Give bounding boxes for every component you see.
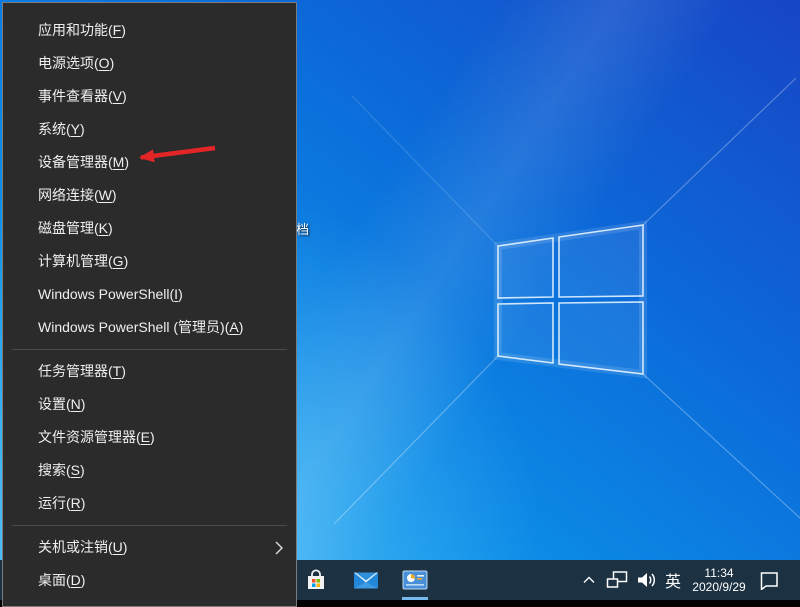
menu-item-power-options[interactable]: 电源选项(O) (3, 47, 296, 80)
menu-item-apps-features[interactable]: 应用和功能(F) (3, 14, 296, 47)
menu-item-label: 网络连接(W) (38, 187, 117, 203)
access-key: K (99, 220, 108, 236)
access-key: T (113, 363, 122, 379)
menu-item-label: Windows PowerShell(I) (38, 286, 183, 302)
menu-item-settings[interactable]: 设置(N) (3, 388, 296, 421)
tray-network[interactable] (602, 560, 632, 600)
microsoft-store-icon (304, 568, 328, 592)
taskbar-app-mail[interactable] (342, 560, 390, 600)
tray-show-hidden-icons[interactable] (576, 560, 602, 600)
menu-item-label: 运行(R) (38, 495, 85, 511)
action-center-icon (758, 570, 780, 590)
access-key: E (141, 429, 150, 445)
light-rays (334, 78, 800, 524)
tray-volume[interactable] (632, 560, 660, 600)
tray-ime-indicator[interactable]: 英 (660, 560, 686, 600)
system-tray: 英 11:34 2020/9/29 (576, 560, 786, 600)
menu-item-label: 电源选项(O) (38, 55, 114, 71)
access-key: A (229, 319, 238, 335)
menu-item-label: 文件资源管理器(E) (38, 429, 155, 445)
menu-item-label: Windows PowerShell (管理员)(A) (38, 319, 243, 335)
menu-item-run[interactable]: 运行(R) (3, 487, 296, 520)
menu-item-label: 设置(N) (38, 396, 85, 412)
menu-item-label: 搜索(S) (38, 462, 85, 478)
menu-separator (12, 349, 287, 350)
menu-item-label: 磁盘管理(K) (38, 220, 113, 236)
ime-language-label: 英 (665, 568, 681, 592)
menu-item-label: 计算机管理(G) (38, 253, 128, 269)
menu-item-windows-powershell[interactable]: Windows PowerShell(I) (3, 278, 296, 311)
menu-item-label: 关机或注销(U) (38, 539, 127, 555)
access-key: V (113, 88, 122, 104)
taskbar-app-active-document[interactable] (391, 560, 439, 600)
menu-item-task-manager[interactable]: 任务管理器(T) (3, 355, 296, 388)
chevron-right-icon (274, 540, 284, 556)
access-key: Y (71, 121, 80, 137)
menu-item-event-viewer[interactable]: 事件查看器(V) (3, 80, 296, 113)
access-key: F (113, 22, 122, 38)
access-key: D (71, 572, 81, 588)
chevron-up-icon (583, 576, 595, 584)
menu-item-search[interactable]: 搜索(S) (3, 454, 296, 487)
access-key: N (71, 396, 81, 412)
tray-action-center[interactable] (752, 560, 786, 600)
access-key: U (113, 539, 123, 555)
access-key: S (71, 462, 80, 478)
active-app-icon (402, 570, 428, 590)
access-key: W (99, 187, 112, 203)
menu-item-label: 桌面(D) (38, 572, 85, 588)
menu-item-file-explorer[interactable]: 文件资源管理器(E) (3, 421, 296, 454)
tray-clock[interactable]: 11:34 2020/9/29 (686, 560, 752, 600)
access-key: O (99, 55, 110, 71)
windows-logo-panes (498, 225, 643, 374)
access-key: R (71, 495, 81, 511)
network-icon (606, 571, 628, 589)
menu-separator (12, 525, 287, 526)
clock-time: 11:34 (692, 566, 745, 580)
mail-icon (353, 570, 379, 590)
menu-item-network-connections[interactable]: 网络连接(W) (3, 179, 296, 212)
menu-item-label: 应用和功能(F) (38, 22, 126, 38)
menu-item-label: 系统(Y) (38, 121, 85, 137)
clock-date: 2020/9/29 (692, 580, 745, 594)
menu-item-label: 设备管理器(M) (38, 154, 129, 170)
volume-icon (636, 571, 656, 589)
menu-item-label: 事件查看器(V) (38, 88, 127, 104)
menu-item-disk-management[interactable]: 磁盘管理(K) (3, 212, 296, 245)
menu-item-shutdown-signout[interactable]: 关机或注销(U) (3, 531, 296, 564)
menu-item-windows-powershell-admin[interactable]: Windows PowerShell (管理员)(A) (3, 311, 296, 344)
winx-context-menu: 应用和功能(F) 电源选项(O) 事件查看器(V) 系统(Y) 设备管理器(M)… (2, 2, 297, 607)
access-key: G (113, 253, 124, 269)
annotation-arrow (123, 141, 223, 167)
menu-item-desktop[interactable]: 桌面(D) (3, 564, 296, 597)
menu-item-computer-management[interactable]: 计算机管理(G) (3, 245, 296, 278)
menu-item-label: 任务管理器(T) (38, 363, 126, 379)
taskbar-app-store[interactable] (292, 560, 340, 600)
